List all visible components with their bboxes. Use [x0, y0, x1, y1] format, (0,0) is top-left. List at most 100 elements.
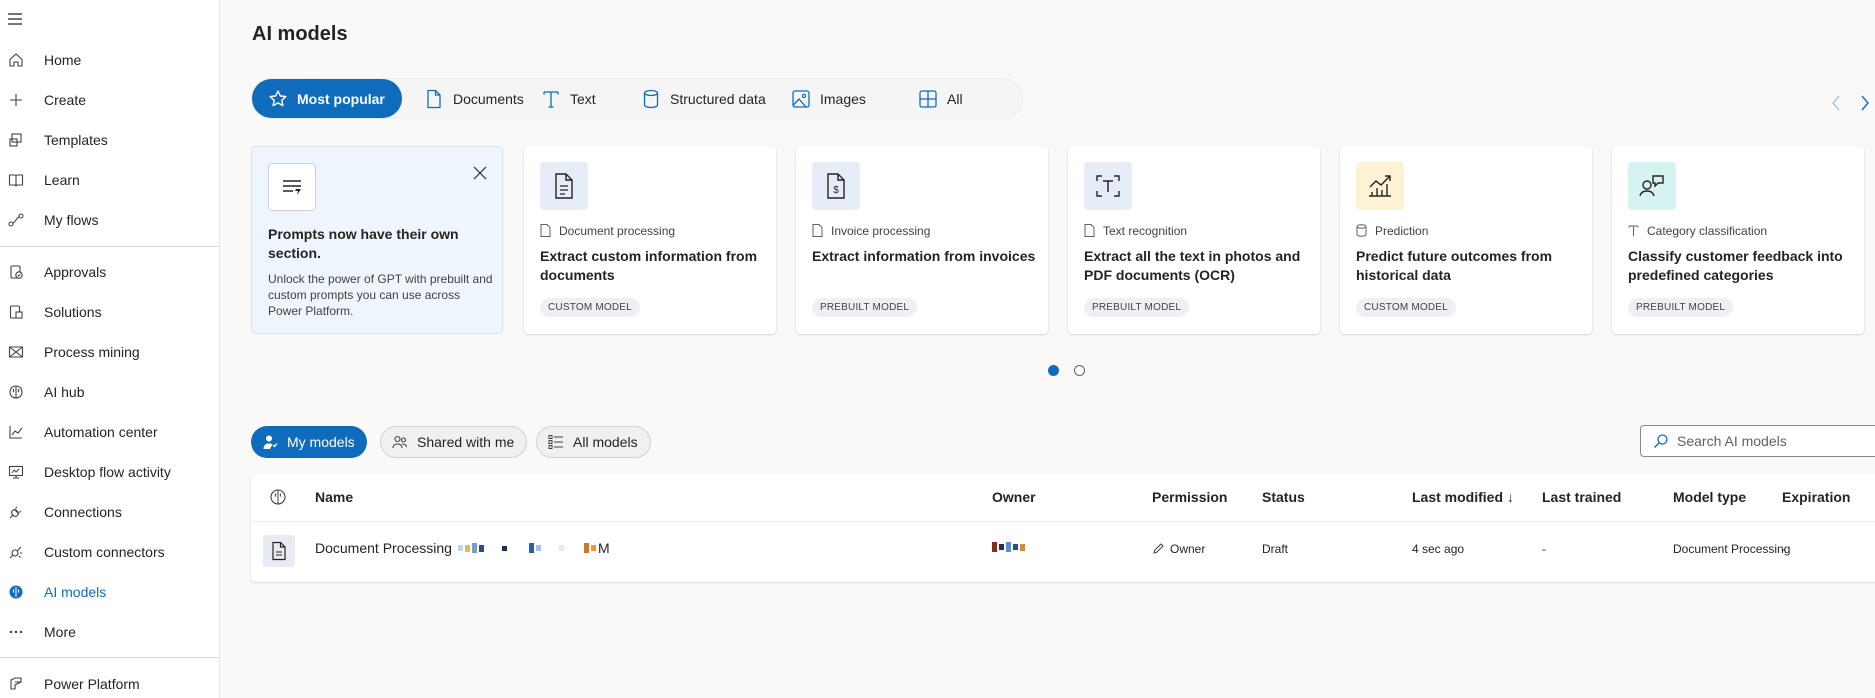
- card-category-label: Document processing: [559, 224, 676, 238]
- card-title: Extract custom information from document…: [540, 248, 758, 283]
- image-icon: [790, 88, 812, 110]
- model-card-text-recognition[interactable]: Text recognition Extract all the text in…: [1068, 146, 1320, 334]
- card-badge: PREBUILT MODEL: [1628, 298, 1734, 317]
- tab-all[interactable]: All: [917, 79, 963, 118]
- tab-text[interactable]: Text: [540, 79, 596, 118]
- nav-automation-center[interactable]: Automation center: [0, 412, 219, 452]
- nav-label: Power Platform: [44, 676, 140, 692]
- column-header-permission[interactable]: Permission: [1152, 489, 1227, 505]
- tab-label: All: [947, 90, 963, 107]
- permission-value: Owner: [1170, 542, 1206, 556]
- model-card-document-processing[interactable]: Document processing Extract custom infor…: [524, 146, 776, 334]
- hamburger-menu-icon[interactable]: [6, 10, 26, 28]
- list-icon: [547, 433, 565, 451]
- nav-approvals[interactable]: Approvals: [0, 252, 219, 292]
- column-header-last-trained[interactable]: Last trained: [1542, 489, 1621, 505]
- column-header-owner[interactable]: Owner: [992, 489, 1036, 505]
- card-badge: CUSTOM MODEL: [1356, 298, 1456, 317]
- nav-power-platform[interactable]: Power Platform: [0, 664, 219, 698]
- card-title: Predict future outcomes from historical …: [1356, 248, 1553, 283]
- table-row[interactable]: Document Processing M Owner Draft 4 sec …: [251, 523, 1875, 579]
- nav-label: Approvals: [44, 264, 107, 280]
- filter-my-models[interactable]: My models: [251, 426, 367, 458]
- classification-icon: [1628, 162, 1676, 210]
- tab-documents[interactable]: Documents: [423, 79, 524, 118]
- tab-structured-data[interactable]: Structured data: [640, 79, 766, 118]
- column-header-expiration[interactable]: Expiration: [1782, 489, 1850, 505]
- filter-all-models[interactable]: All models: [536, 426, 651, 458]
- last-trained-value: -: [1542, 542, 1546, 556]
- column-header-last-modified[interactable]: Last modified ↓: [1412, 489, 1514, 505]
- home-icon: [7, 51, 25, 69]
- card-title: Extract information from invoices: [812, 248, 1036, 264]
- approvals-icon: [7, 263, 25, 281]
- category-tab-bar: Most popular Documents Text Structured d…: [251, 78, 1023, 119]
- card-category: Text recognition: [1084, 224, 1187, 238]
- nav-divider: [0, 657, 219, 658]
- carousel-prev-icon[interactable]: [1828, 93, 1844, 113]
- column-header-status[interactable]: Status: [1262, 489, 1305, 505]
- nav-home[interactable]: Home: [0, 40, 219, 80]
- nav-learn[interactable]: Learn: [0, 160, 219, 200]
- plus-icon: [7, 91, 25, 109]
- card-category: Prediction: [1356, 224, 1428, 238]
- filter-label: All models: [573, 434, 638, 450]
- nav-my-flows[interactable]: My flows: [0, 200, 219, 240]
- tab-most-popular[interactable]: Most popular: [252, 79, 402, 118]
- card-category: Invoice processing: [812, 224, 930, 238]
- models-table: Name Owner Permission Status Last modifi…: [251, 474, 1875, 582]
- model-type-value: Document Processing: [1673, 542, 1791, 556]
- nav-connections[interactable]: Connections: [0, 492, 219, 532]
- nav-label: AI models: [44, 584, 107, 600]
- expiration-value: -: [1782, 542, 1786, 556]
- model-name-link[interactable]: Document Processing M: [315, 540, 610, 556]
- document-icon: [423, 88, 445, 110]
- search-input[interactable]: [1677, 433, 1867, 449]
- nav-templates[interactable]: Templates: [0, 120, 219, 160]
- carousel-next-icon[interactable]: [1857, 93, 1873, 113]
- nav-process-mining[interactable]: Process mining: [0, 332, 219, 372]
- nav-label: Learn: [44, 172, 80, 188]
- nav-solutions[interactable]: Solutions: [0, 292, 219, 332]
- card-category-label: Invoice processing: [831, 224, 931, 238]
- ai-models-icon: [7, 583, 25, 601]
- promo-description: Unlock the power of GPT with prebuilt an…: [268, 272, 493, 318]
- carousel-dot-1[interactable]: [1048, 365, 1059, 376]
- model-card-prediction[interactable]: Prediction Predict future outcomes from …: [1340, 146, 1592, 334]
- nav-label: More: [44, 624, 76, 640]
- plug-icon: [7, 503, 25, 521]
- model-type-column-icon[interactable]: [269, 488, 287, 509]
- nav-label: Templates: [44, 132, 108, 148]
- card-badge: CUSTOM MODEL: [540, 298, 640, 317]
- tab-label: Images: [820, 90, 866, 107]
- column-header-name[interactable]: Name: [315, 489, 353, 505]
- nav-label: Solutions: [44, 304, 102, 320]
- last-modified-value: 4 sec ago: [1412, 542, 1465, 556]
- model-card-invoice-processing[interactable]: $ Invoice processing Extract information…: [796, 146, 1048, 334]
- filter-shared-with-me[interactable]: Shared with me: [380, 426, 528, 458]
- model-card-category-classification[interactable]: Category classification Classify custome…: [1612, 146, 1864, 334]
- chart-icon: [7, 423, 25, 441]
- nav-ai-models[interactable]: AI models: [0, 572, 219, 612]
- carousel-dot-2[interactable]: [1074, 365, 1085, 376]
- filter-label: My models: [287, 434, 355, 450]
- person-icon: [261, 433, 279, 451]
- nav-label: Process mining: [44, 344, 140, 360]
- redacted-name-segment: [457, 543, 598, 553]
- database-icon: [1356, 224, 1368, 238]
- document-processing-icon: [263, 535, 295, 567]
- nav-divider: [0, 246, 219, 247]
- nav-custom-connectors[interactable]: Custom connectors: [0, 532, 219, 572]
- nav-more[interactable]: More: [0, 612, 219, 652]
- close-icon[interactable]: [472, 165, 488, 181]
- tab-images[interactable]: Images: [790, 79, 866, 118]
- prompt-icon: [268, 163, 316, 211]
- card-title: Extract all the text in photos and PDF d…: [1084, 248, 1301, 283]
- tab-label: Structured data: [670, 90, 766, 107]
- nav-label: Connections: [44, 504, 122, 520]
- column-header-model-type[interactable]: Model type: [1673, 489, 1746, 505]
- nav-create[interactable]: Create: [0, 80, 219, 120]
- nav-label: Custom connectors: [44, 544, 165, 560]
- nav-ai-hub[interactable]: AI hub: [0, 372, 219, 412]
- nav-desktop-flow-activity[interactable]: Desktop flow activity: [0, 452, 219, 492]
